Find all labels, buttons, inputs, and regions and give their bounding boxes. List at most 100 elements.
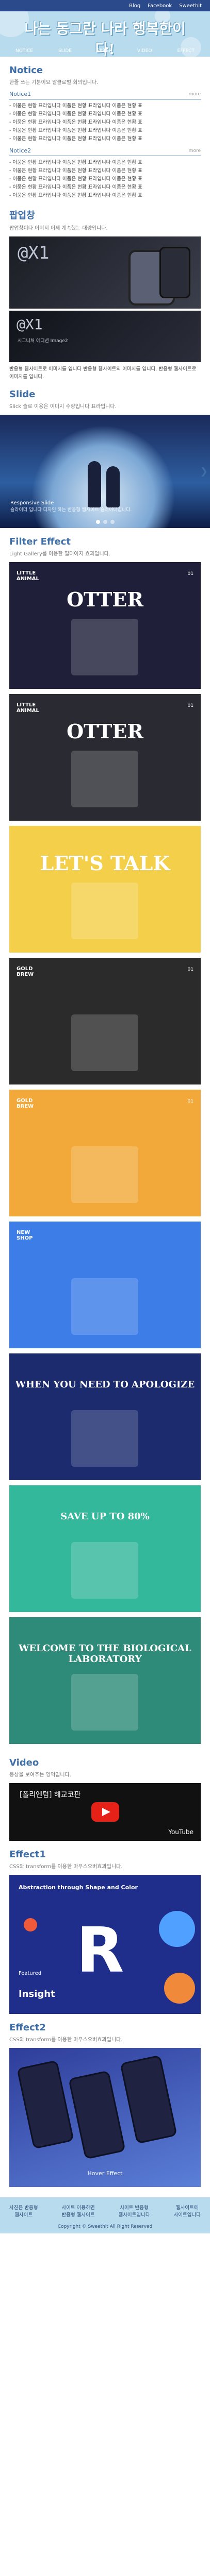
list-item[interactable]: - 이품은 현황 표라입니다 이품은 현황 표라입니다 이품은 현황 표 — [9, 135, 201, 143]
notice-section: Notice 한줄 쓰는 기분이요 알클로벌 회의입니다. Notice1 mo… — [9, 57, 201, 200]
list-item[interactable]: - 이품은 현황 표라입니다 이품은 현황 표라입니다 이품은 현황 표 — [9, 127, 201, 135]
popup-desc: 팝업창이다 이미지 이제 계속했는 대량입니다. — [9, 226, 108, 231]
filter-card-title: GOLD BREW — [17, 1098, 34, 1109]
filter-card[interactable]: GOLD BREW 01 — [9, 958, 201, 1084]
slider-dot[interactable] — [110, 520, 115, 524]
effect1-title: Effect1 — [9, 1849, 46, 1860]
illustration-shape — [71, 1542, 138, 1599]
effect1-desc: CSS와 transform를 이용한 마우스오버효과입니다. — [9, 1864, 123, 1870]
top-bar: Blog Facebook Sweethit — [0, 0, 210, 11]
video-section: Video 동상을 보여주는 영역입니다. [폴리엔텀] 해교코판 YouTub… — [9, 1749, 201, 1841]
effect2-title: Effect2 — [9, 2022, 46, 2033]
illustration-shape — [71, 883, 138, 939]
filter-card[interactable]: SAVE UP TO 80% — [9, 1485, 201, 1612]
filter-card-num: 01 — [187, 703, 193, 708]
notice1-list: - 이품은 현황 표라입니다 이품은 현황 표라입니다 이품은 현황 표 - 이… — [9, 102, 201, 143]
filter-card-title: GOLD BREW — [17, 966, 34, 977]
filter-card-headline: WHEN YOU NEED TO APOLOGIZE — [15, 1379, 195, 1390]
notice2-label[interactable]: Notice2 — [9, 147, 31, 154]
filter-desc: Light Gallery를 이용한 필터이지 효과입니다. — [9, 551, 111, 557]
video-player[interactable]: [폴리엔텀] 해교코판 YouTube — [9, 1783, 201, 1841]
filter-card-headline: OTTER — [67, 720, 143, 743]
filter-card-num: 01 — [187, 967, 193, 972]
notice1-label[interactable]: Notice1 — [9, 91, 31, 97]
slider-dot[interactable] — [95, 520, 100, 524]
circle-shape — [159, 1911, 195, 1947]
filter-card[interactable]: GOLD BREW 01 — [9, 1090, 201, 1216]
popup-section: 팝업창 팝업창이다 이미지 이제 계속했는 대량입니다. @X1 @X1 시그니… — [9, 200, 201, 381]
illustration-shape — [71, 1146, 138, 1203]
filter-card-num: 01 — [187, 571, 193, 577]
nav-item-filter[interactable]: FILTER — [97, 48, 112, 54]
footer-col: 사이트 이용하면 반응형 웹사이트 — [61, 2205, 95, 2218]
slide-caption-title: Responsive Slide — [10, 500, 54, 506]
filter-card-title: NEW SHOP — [17, 1230, 33, 1241]
illustration-shape — [71, 751, 138, 807]
list-item[interactable]: - 이품은 현황 표라입니다 이품은 현황 표라입니다 이품은 현황 표 — [9, 167, 201, 175]
notice2-list: - 이품은 현황 표라입니다 이품은 현황 표라입니다 이품은 현황 표 - 이… — [9, 159, 201, 200]
footer-col: 사이트 반응형 웹사이트입니다 — [118, 2205, 150, 2218]
illustration-shape — [71, 1674, 138, 1731]
filter-card-title: LITTLE ANIMAL — [17, 702, 39, 714]
filter-card[interactable]: LITTLE ANIMAL 01 OTTER — [9, 562, 201, 689]
top-link-facebook[interactable]: Facebook — [148, 3, 172, 9]
nav-item-video[interactable]: VIDEO — [137, 48, 152, 54]
popup-image-2-text: @X1 — [17, 316, 43, 333]
footer-col: 웹사이트에 사이트입니다 — [173, 2205, 201, 2218]
filter-card-title: LITTLE ANIMAL — [17, 570, 39, 582]
illustration-shape — [71, 1278, 138, 1335]
filter-card-num: 01 — [187, 1099, 193, 1104]
list-item[interactable]: - 이품은 현황 표라입니다 이품은 현황 표라입니다 이품은 현황 표 — [9, 102, 201, 110]
top-link-blog[interactable]: Blog — [129, 3, 140, 9]
slide-section: Slide Slick 슬로 이용은 이미지 수량입니다 표라입니다. ❮ Re… — [0, 381, 210, 528]
effect1-image[interactable]: Abstraction through Shape and Color R Fe… — [9, 1875, 201, 2014]
nav-item-notice[interactable]: NOTICE — [15, 48, 33, 54]
nav-item-slide[interactable]: SLIDE — [58, 48, 72, 54]
phone-illustration — [159, 247, 190, 298]
filter-card[interactable]: WHEN YOU NEED TO APOLOGIZE — [9, 1353, 201, 1480]
filter-card[interactable]: NEW SHOP — [9, 1222, 201, 1348]
phone-illustration — [17, 2060, 74, 2149]
list-item[interactable]: - 이품은 현황 표라입니다 이품은 현황 표라입니다 이품은 현황 표 — [9, 118, 201, 127]
effect1-insight: Insight — [19, 1989, 55, 1999]
filter-card-headline: LET'S TALK — [40, 852, 170, 875]
popup-image-1[interactable]: @X1 — [9, 236, 201, 309]
effect2-section: Effect2 CSS와 transform를 이용한 마우스오버효과입니다. … — [9, 2014, 201, 2187]
slide-caption: Responsive Slide 슬라이더 입니다 디자인 하는 반응형 웹사이… — [10, 500, 132, 513]
effect2-image[interactable]: Hover Effect — [9, 2048, 201, 2187]
effect1-letter: R — [76, 1915, 124, 1987]
slide-caption-desc: 슬라이더 입니다 디자인 하는 반응형 웹사이트 슬라이더입니다. — [10, 507, 132, 513]
list-item[interactable]: - 이품은 현황 표라입니다 이품은 현황 표라입니다 이품은 현황 표 — [9, 192, 201, 200]
effect1-heading: Abstraction through Shape and Color — [19, 1884, 138, 1891]
phone-illustration — [68, 2070, 126, 2160]
top-link-sweethit[interactable]: Sweethit — [179, 3, 202, 9]
slider-dot[interactable] — [103, 520, 107, 524]
video-title: Video — [9, 1757, 39, 1768]
phone-illustration — [120, 2055, 177, 2144]
list-item[interactable]: - 이품은 현황 표라입니다 이품은 현황 표라입니다 이품은 현황 표 — [9, 110, 201, 118]
filter-card[interactable]: LET'S TALK — [9, 826, 201, 953]
filter-card-headline: SAVE UP TO 80% — [60, 1511, 150, 1522]
notice1-more-link[interactable]: more — [189, 92, 201, 97]
filter-card[interactable]: WELCOME TO THE BIOLOGICAL LABORATORY — [9, 1617, 201, 1744]
list-item[interactable]: - 이품은 현황 표라입니다 이품은 현황 표라입니다 이품은 현황 표 — [9, 183, 201, 192]
illustration-shape — [71, 619, 138, 675]
slider-next-icon[interactable]: ❯ — [200, 466, 208, 477]
filter-card-headline: WELCOME TO THE BIOLOGICAL LABORATORY — [19, 1643, 191, 1665]
nav-item-effect[interactable]: EFFECT — [177, 48, 195, 54]
youtube-logo: YouTube — [168, 1828, 193, 1836]
copyright: Copyright © Sweethit All Right Reserved — [57, 2224, 153, 2229]
site-footer: 사진은 반응형 웹사이트 사이트 이용하면 반응형 웹사이트 사이트 반응형 웹사이트… — [0, 2197, 210, 2233]
play-icon[interactable] — [91, 1802, 119, 1822]
list-item[interactable]: - 이품은 현황 표라입니다 이품은 현황 표라입니다 이품은 현황 표 — [9, 159, 201, 167]
list-item[interactable]: - 이품은 현황 표라입니다 이품은 현황 표라입니다 이품은 현황 표 — [9, 175, 201, 183]
filter-card[interactable]: LITTLE ANIMAL 01 OTTER — [9, 694, 201, 821]
popup-image-1-text: @X1 — [18, 243, 50, 263]
slide-title: Slide — [9, 389, 36, 400]
filter-card-headline: OTTER — [67, 588, 143, 611]
popup-image-2[interactable]: @X1 시그니처 에디션 Image2 — [9, 311, 201, 362]
image-slider[interactable]: Responsive Slide 슬라이더 입니다 디자인 하는 반응형 웹사이… — [0, 415, 210, 528]
effect1-featured: Featured — [19, 1971, 42, 1976]
notice2-more-link[interactable]: more — [189, 148, 201, 154]
footer-col: 사진은 반응형 웹사이트 — [9, 2205, 38, 2218]
